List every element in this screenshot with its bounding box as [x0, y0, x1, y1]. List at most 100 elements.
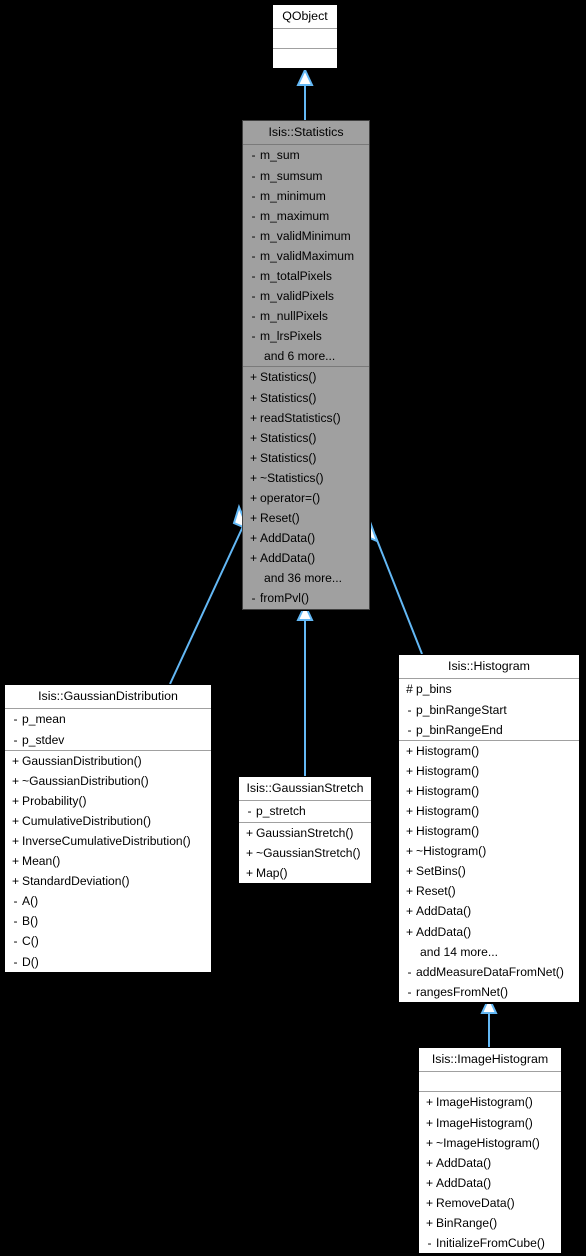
- member-label: B(): [22, 914, 39, 929]
- class-member-row: + RemoveData(): [419, 1193, 561, 1213]
- class-node-gaussianstretch[interactable]: Isis::GaussianStretch - p_stretch + Gaussi…: [238, 776, 372, 884]
- class-member-row: - B(): [5, 911, 211, 931]
- member-label: m_validMaximum: [260, 248, 355, 263]
- class-attributes-statistics: - m_sum - m_sumsum - m_minimum - m_maximum -…: [243, 144, 369, 366]
- member-label: ~GaussianDistribution(): [22, 773, 149, 788]
- class-member-row: + Mean(): [5, 851, 211, 871]
- visibility-marker: +: [405, 904, 414, 919]
- class-methods-qobject: [273, 48, 337, 68]
- visibility-marker: -: [251, 309, 256, 324]
- member-label: ~Statistics(): [260, 470, 324, 485]
- edge-gaussianstretch-to-statistics: [296, 602, 314, 776]
- class-node-imagehistogram[interactable]: Isis::ImageHistogram + ImageHistogram() +…: [418, 1047, 562, 1255]
- member-label: D(): [22, 954, 39, 969]
- class-member-row: + ~ImageHistogram(): [419, 1133, 561, 1153]
- class-member-row: + Statistics(): [243, 367, 369, 387]
- class-member-row: + Histogram(): [399, 761, 579, 781]
- class-member-row: - m_sum: [243, 145, 369, 165]
- visibility-marker: -: [251, 188, 256, 203]
- class-methods-gaussiandistribution: + GaussianDistribution() + ~GaussianDistri…: [5, 749, 211, 972]
- class-member-row: - C(): [5, 931, 211, 951]
- member-label: rangesFromNet(): [416, 984, 509, 999]
- class-member-row: - m_nullPixels: [243, 306, 369, 326]
- member-label: ~ImageHistogram(): [436, 1135, 540, 1150]
- class-member-row: + AddData(): [243, 528, 369, 548]
- class-methods-statistics: + Statistics() + Statistics() + readStatist…: [243, 366, 369, 608]
- visibility-marker: -: [251, 208, 256, 223]
- member-label: Reset(): [260, 511, 300, 526]
- class-node-gaussiandistribution[interactable]: Isis::GaussianDistribution - p_mean - p_st…: [4, 684, 212, 973]
- class-methods-gaussianstretch: + GaussianStretch() + ~GaussianStretch() +…: [239, 821, 371, 883]
- member-label: ImageHistogram(): [436, 1115, 533, 1130]
- visibility-marker: +: [425, 1215, 434, 1230]
- class-node-histogram[interactable]: Isis::Histogram # p_bins - p_binRangeStart…: [398, 654, 580, 1003]
- member-label: SetBins(): [416, 864, 466, 879]
- member-label: ImageHistogram(): [436, 1095, 533, 1110]
- class-member-row: + GaussianDistribution(): [5, 751, 211, 771]
- member-label: Reset(): [416, 884, 456, 899]
- visibility-marker: +: [249, 491, 258, 505]
- member-label: Statistics(): [260, 450, 317, 465]
- member-label: fromPvl(): [260, 591, 310, 606]
- member-label: m_sumsum: [260, 168, 323, 183]
- visibility-marker: +: [11, 793, 20, 808]
- class-member-row: + ImageHistogram(): [419, 1092, 561, 1112]
- visibility-marker: +: [249, 450, 258, 465]
- visibility-marker: -: [13, 934, 18, 949]
- member-label: AddData(): [260, 551, 316, 566]
- class-member-row: + AddData(): [399, 901, 579, 921]
- class-member-row: - A(): [5, 891, 211, 911]
- member-label: m_validPixels: [260, 289, 334, 304]
- visibility-marker: -: [251, 329, 256, 344]
- visibility-marker: +: [249, 430, 258, 445]
- class-member-row: + AddData(): [419, 1153, 561, 1173]
- visibility-marker: -: [251, 268, 256, 283]
- class-member-row: + ImageHistogram(): [419, 1113, 561, 1133]
- visibility-marker: -: [13, 894, 18, 909]
- visibility-marker: +: [425, 1135, 434, 1150]
- class-methods-histogram: + Histogram() + Histogram() + Histogram() +…: [399, 739, 579, 1002]
- class-member-row: + AddData(): [419, 1173, 561, 1193]
- member-label: addMeasureDataFromNet(): [416, 964, 564, 979]
- class-member-row: + CumulativeDistribution(): [5, 811, 211, 831]
- member-label: AddData(): [260, 531, 316, 546]
- visibility-marker: +: [11, 874, 20, 889]
- member-label: StandardDeviation(): [22, 874, 130, 889]
- class-member-row: - m_lrsPixels: [243, 326, 369, 346]
- class-member-row: + Histogram(): [399, 801, 579, 821]
- class-member-row: - p_binRangeStart: [399, 700, 579, 720]
- class-attributes-imagehistogram: [419, 1071, 561, 1091]
- class-node-statistics[interactable]: Isis::Statistics - m_sum - m_sumsum - m_min…: [242, 120, 370, 610]
- visibility-marker: -: [13, 914, 18, 929]
- member-label: Histogram(): [416, 763, 480, 778]
- visibility-marker: +: [11, 773, 20, 788]
- class-title-gaussiandistribution: Isis::GaussianDistribution: [38, 689, 178, 703]
- class-attributes-qobject: [273, 28, 337, 48]
- class-member-row: + Map(): [239, 863, 371, 883]
- visibility-marker: +: [405, 884, 414, 899]
- class-node-qobject[interactable]: QObject: [272, 4, 338, 70]
- member-label: Histogram(): [416, 783, 480, 798]
- class-member-row: + Histogram(): [399, 821, 579, 841]
- edge-histogram-to-statistics: [361, 516, 423, 655]
- class-member-row: + ~Statistics(): [243, 468, 369, 488]
- visibility-marker: +: [249, 370, 258, 385]
- class-member-row: + BinRange(): [419, 1213, 561, 1233]
- class-title-statistics: Isis::Statistics: [268, 125, 344, 139]
- member-label: Probability(): [22, 793, 87, 808]
- member-label: ~GaussianStretch(): [256, 845, 361, 860]
- class-member-row: - m_totalPixels: [243, 266, 369, 286]
- member-label: CumulativeDistribution(): [22, 813, 152, 828]
- visibility-marker: -: [407, 984, 412, 999]
- class-member-row: + operator=(): [243, 488, 369, 508]
- member-label: InverseCumulativeDistribution(): [22, 833, 191, 848]
- member-label: p_bins: [416, 682, 452, 697]
- member-label: m_maximum: [260, 208, 330, 223]
- visibility-marker: +: [425, 1115, 434, 1130]
- visibility-marker: +: [405, 743, 414, 758]
- member-label: ~Histogram(): [416, 844, 487, 859]
- member-label: RemoveData(): [436, 1195, 515, 1210]
- visibility-marker: -: [407, 702, 412, 717]
- visibility-marker: +: [405, 763, 414, 778]
- class-member-row: + ~GaussianDistribution(): [5, 771, 211, 791]
